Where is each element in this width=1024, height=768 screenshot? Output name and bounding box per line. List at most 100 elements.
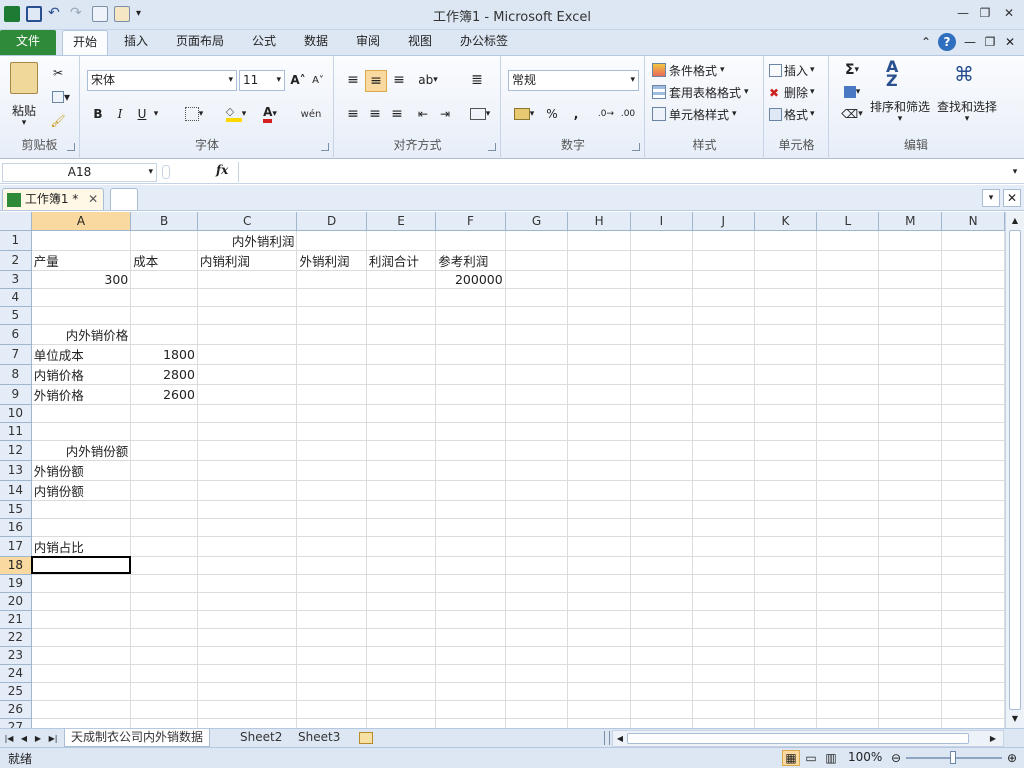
cell-j16[interactable] [692, 518, 755, 537]
cell-k15[interactable] [754, 500, 818, 519]
cell-a13[interactable]: 外销份额 [31, 460, 132, 481]
cell-j18[interactable] [692, 556, 755, 575]
cell-a14[interactable]: 内销份额 [31, 480, 132, 501]
cell-f24[interactable] [435, 664, 506, 683]
cell-a16[interactable] [31, 518, 132, 537]
cell-k7[interactable] [754, 344, 818, 365]
cell-k16[interactable] [754, 518, 818, 537]
cell-d8[interactable] [296, 364, 367, 385]
cell-e7[interactable] [366, 344, 437, 365]
cell-i1[interactable] [630, 230, 693, 251]
cell-b17[interactable] [130, 536, 198, 557]
cell-i2[interactable] [630, 250, 693, 271]
row-header-22[interactable]: 22 [0, 628, 32, 647]
cell-g3[interactable] [505, 270, 569, 289]
cell-i19[interactable] [630, 574, 693, 593]
cell-a8[interactable]: 内销价格 [31, 364, 132, 385]
align-top-icon[interactable]: ≡ [343, 70, 363, 90]
cell-h27[interactable] [567, 718, 631, 728]
cell-d25[interactable] [296, 682, 367, 701]
cell-m16[interactable] [878, 518, 943, 537]
cell-f17[interactable] [435, 536, 506, 557]
cell-j11[interactable] [692, 422, 755, 441]
cell-m10[interactable] [878, 404, 943, 423]
cell-g11[interactable] [505, 422, 569, 441]
cell-j20[interactable] [692, 592, 755, 611]
cell-a1[interactable] [31, 230, 132, 251]
cell-g2[interactable] [505, 250, 569, 271]
cell-n9[interactable] [941, 384, 1005, 405]
cell-d27[interactable] [296, 718, 367, 728]
wb-close-icon[interactable]: ✕ [1002, 34, 1018, 50]
cell-l4[interactable] [816, 288, 880, 307]
cell-e8[interactable] [366, 364, 437, 385]
cell-c20[interactable] [197, 592, 298, 611]
tab-insert[interactable]: 插入 [114, 30, 158, 55]
cell-i27[interactable] [630, 718, 693, 728]
sheet-tab-1[interactable]: 天成制衣公司内外销数据 [64, 729, 211, 747]
cell-k1[interactable] [754, 230, 818, 251]
cell-h15[interactable] [567, 500, 631, 519]
cell-h5[interactable] [567, 306, 631, 325]
cell-i3[interactable] [630, 270, 693, 289]
insert-cells-button[interactable]: 插入 ▾ [769, 60, 815, 80]
cell-f1[interactable] [435, 230, 506, 251]
cell-h21[interactable] [567, 610, 631, 629]
cell-g19[interactable] [505, 574, 569, 593]
copy-button[interactable]: ▾ [48, 88, 74, 106]
cell-m5[interactable] [878, 306, 943, 325]
cell-k10[interactable] [754, 404, 818, 423]
cell-m1[interactable] [878, 230, 943, 251]
cell-j1[interactable] [692, 230, 755, 251]
cell-i9[interactable] [630, 384, 693, 405]
cell-i23[interactable] [630, 646, 693, 665]
cell-e19[interactable] [366, 574, 437, 593]
cell-n7[interactable] [941, 344, 1005, 365]
cell-c11[interactable] [197, 422, 298, 441]
cell-e3[interactable] [366, 270, 437, 289]
cell-a5[interactable] [31, 306, 132, 325]
cell-l8[interactable] [816, 364, 880, 385]
cell-j9[interactable] [692, 384, 755, 405]
cell-k13[interactable] [754, 460, 818, 481]
cell-h11[interactable] [567, 422, 631, 441]
cell-a25[interactable] [31, 682, 132, 701]
cell-b23[interactable] [130, 646, 198, 665]
cell-c8[interactable] [197, 364, 298, 385]
cell-a18[interactable] [31, 556, 132, 575]
cell-d9[interactable] [296, 384, 367, 405]
autosum-button[interactable]: Σ ▾ [838, 60, 866, 80]
cell-a12[interactable]: 内外销份额 [31, 440, 132, 461]
cell-b20[interactable] [130, 592, 198, 611]
cell-c9[interactable] [197, 384, 298, 405]
cell-e17[interactable] [366, 536, 437, 557]
cell-l14[interactable] [816, 480, 880, 501]
row-header-24[interactable]: 24 [0, 664, 32, 683]
cell-b22[interactable] [130, 628, 198, 647]
expand-formula-bar-icon[interactable]: ▾ [1008, 164, 1022, 180]
cell-k27[interactable] [754, 718, 818, 728]
cell-k11[interactable] [754, 422, 818, 441]
cell-e25[interactable] [366, 682, 437, 701]
cell-l10[interactable] [816, 404, 880, 423]
shrink-font-icon[interactable]: A˅ [309, 70, 327, 90]
cell-l25[interactable] [816, 682, 880, 701]
align-middle-icon[interactable]: ≡ [365, 70, 387, 92]
cell-h12[interactable] [567, 440, 631, 461]
cell-b15[interactable] [130, 500, 198, 519]
close-tab-icon[interactable]: ✕ [88, 192, 98, 206]
restore-icon[interactable]: ❐ [974, 4, 996, 22]
formula-input[interactable] [238, 162, 1006, 182]
cell-n18[interactable] [941, 556, 1005, 575]
cell-f26[interactable] [435, 700, 506, 719]
cell-a24[interactable] [31, 664, 132, 683]
cell-h26[interactable] [567, 700, 631, 719]
row-header-5[interactable]: 5 [0, 306, 32, 325]
cell-f6[interactable] [435, 324, 506, 345]
cell-l15[interactable] [816, 500, 880, 519]
fill-color-button[interactable]: ◇ ▾ [221, 104, 251, 124]
cell-c21[interactable] [197, 610, 298, 629]
cell-c17[interactable] [197, 536, 298, 557]
cell-b14[interactable] [130, 480, 198, 501]
cell-g17[interactable] [505, 536, 569, 557]
